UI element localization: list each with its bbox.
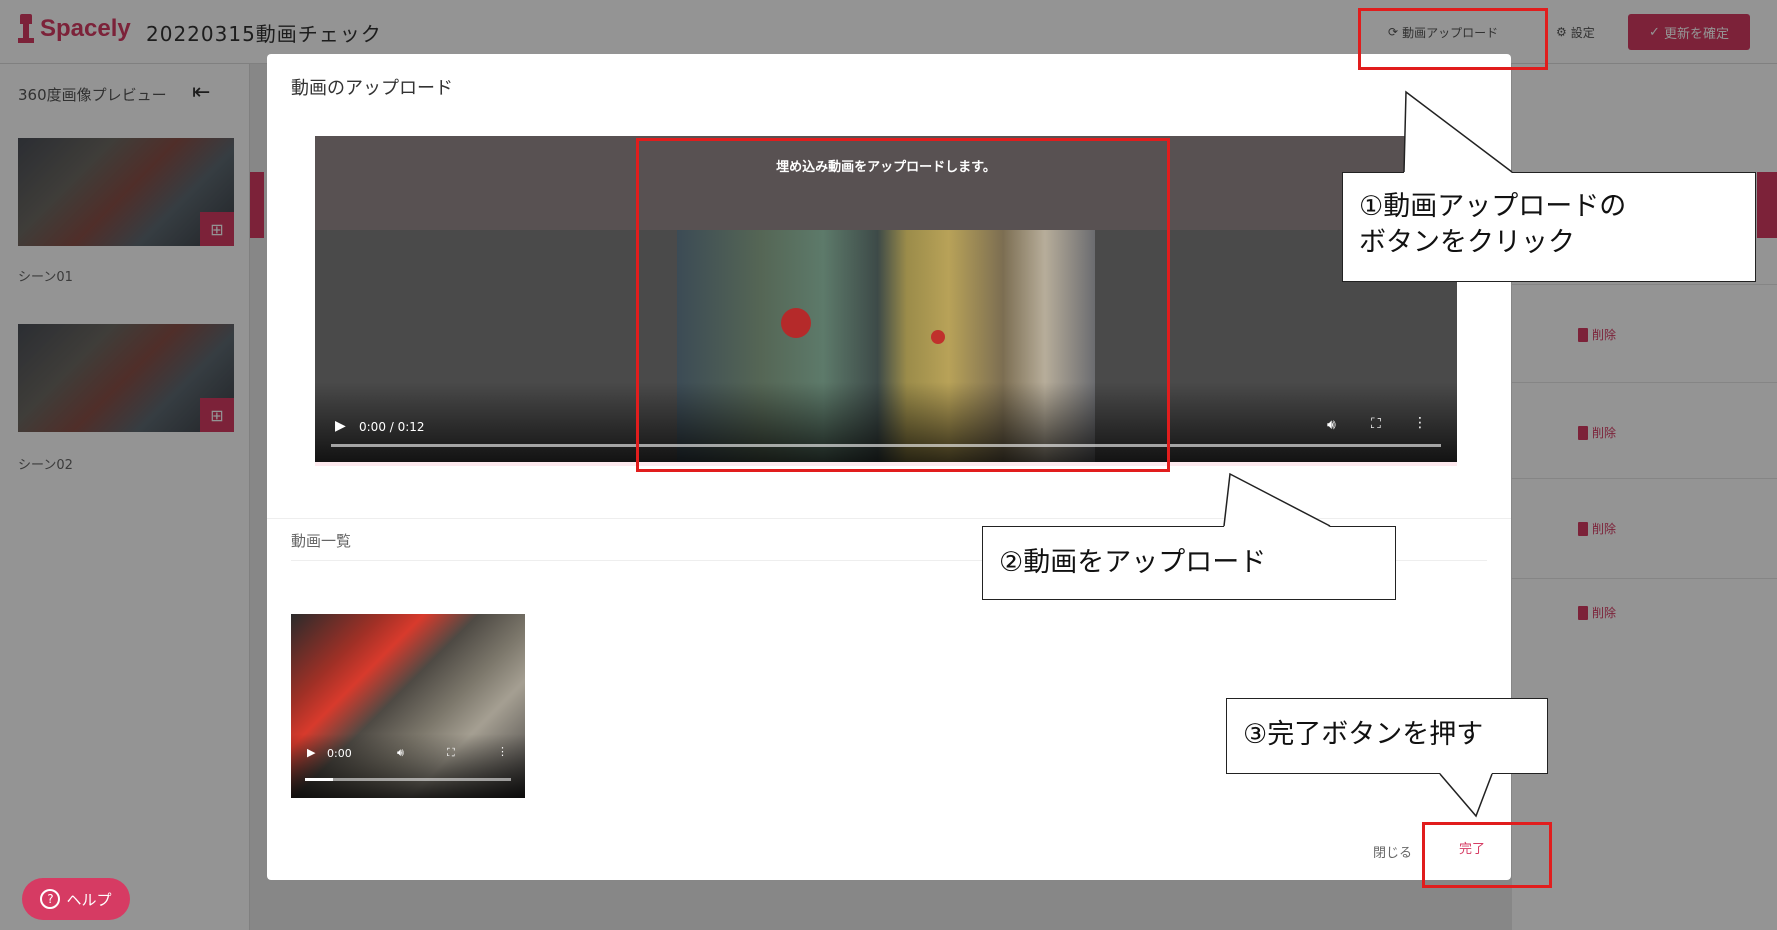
video-time: 0:00 / 0:12 (359, 420, 425, 434)
video-list-item[interactable]: ▶ 0:00 🔊︎ ⛶ ⋮ (291, 614, 525, 798)
highlight-box-video (636, 138, 1170, 472)
help-label: ヘルプ (66, 890, 112, 909)
video-time: 0:00 (327, 747, 352, 760)
video-controls: ▶ 0:00 🔊︎ ⛶ ⋮ (291, 734, 525, 798)
play-icon[interactable]: ▶ (307, 746, 315, 759)
callout-step-2-line1: ②動画をアップロード (999, 547, 1267, 578)
highlight-box-done (1422, 822, 1552, 888)
more-vertical-icon[interactable]: ⋮ (1413, 415, 1427, 431)
callout-step-3-line1: ③完了ボタンを押す (1243, 719, 1484, 750)
callout-step-2: ②動画をアップロード (982, 526, 1396, 600)
divider (267, 518, 1511, 519)
help-button[interactable]: ? ヘルプ (22, 878, 130, 920)
play-icon[interactable]: ▶ (335, 418, 346, 434)
volume-icon[interactable]: 🔊︎ (397, 746, 404, 760)
video-progress-fill (305, 778, 333, 781)
video-list-title: 動画一覧 (291, 532, 352, 550)
callout-step-1: ①動画アップロードの ボタンをクリック (1342, 172, 1756, 282)
fullscreen-icon[interactable]: ⛶ (447, 746, 455, 760)
question-icon: ? (40, 889, 61, 909)
callout-step-1-line2: ボタンをクリック (1359, 226, 1575, 258)
close-button[interactable]: 閉じる (1373, 842, 1412, 861)
highlight-box-upload (1358, 8, 1548, 70)
modal-title: 動画のアップロード (291, 78, 453, 99)
more-vertical-icon[interactable]: ⋮ (497, 745, 508, 758)
video-progress-bar[interactable] (305, 778, 511, 781)
callout-step-3: ③完了ボタンを押す (1226, 698, 1548, 774)
volume-icon[interactable]: 🔊︎ (1327, 417, 1336, 433)
fullscreen-icon[interactable]: ⛶ (1371, 416, 1381, 432)
callout-step-1-line1: ①動画アップロードの (1359, 191, 1627, 222)
